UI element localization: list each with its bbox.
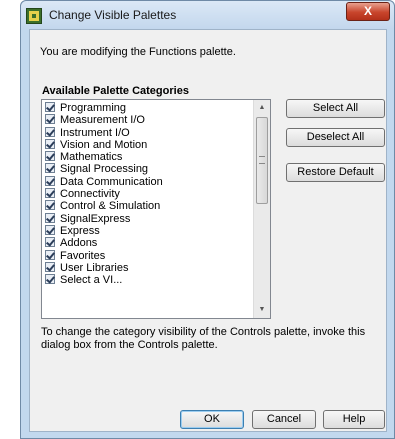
select-all-button[interactable]: Select All (286, 99, 385, 118)
window-title: Change Visible Palettes (49, 8, 177, 22)
category-item[interactable]: Control & Simulation (42, 200, 253, 212)
category-label: Connectivity (60, 188, 120, 201)
scroll-down-arrow-icon[interactable]: ▼ (254, 302, 270, 318)
controls-palette-note: To change the category visibility of the… (41, 326, 366, 351)
category-item[interactable]: Vision and Motion (42, 138, 253, 151)
category-item[interactable]: Connectivity (42, 188, 253, 200)
palette-message: You are modifying the Functions palette. (40, 46, 236, 58)
checkbox[interactable] (45, 126, 55, 137)
category-label: Measurement I/O (60, 114, 145, 127)
category-item[interactable]: Mathematics (42, 151, 253, 163)
app-icon (26, 8, 42, 24)
checkbox[interactable] (45, 138, 55, 149)
checkbox[interactable] (45, 102, 55, 112)
category-label: Vision and Motion (60, 138, 148, 151)
category-label: Data Communication (60, 175, 163, 188)
checkbox[interactable] (45, 249, 55, 260)
vertical-scrollbar[interactable]: ▲ ▼ (253, 100, 270, 318)
close-button[interactable]: X (346, 2, 390, 21)
category-item[interactable]: Instrument I/O (42, 126, 253, 139)
category-item[interactable]: Measurement I/O (42, 114, 253, 126)
cancel-button[interactable]: Cancel (252, 410, 316, 429)
category-label: Instrument I/O (60, 126, 130, 139)
category-label: Programming (60, 102, 127, 114)
checkbox[interactable] (45, 151, 55, 162)
categories-list: Programming Measurement I/O Instrument I/O… (42, 100, 253, 318)
ok-button[interactable]: OK (180, 410, 244, 429)
category-label: Express (60, 224, 100, 237)
category-label: Mathematics (60, 151, 123, 164)
categories-heading: Available Palette Categories (42, 85, 189, 97)
category-item[interactable]: Favorites (42, 249, 253, 262)
checkbox[interactable] (45, 188, 55, 199)
category-item[interactable]: Addons (42, 237, 253, 249)
category-item[interactable]: Express (42, 224, 253, 237)
category-item[interactable]: Select a VI... (42, 274, 253, 286)
category-label: SignalExpress (60, 212, 131, 225)
checkbox[interactable] (45, 200, 55, 211)
category-item[interactable]: Data Communication (42, 175, 253, 188)
scrollbar-thumb[interactable] (256, 117, 268, 204)
deselect-all-button[interactable]: Deselect All (286, 128, 385, 147)
category-label: Select a VI... (60, 274, 123, 287)
checkbox[interactable] (45, 261, 55, 272)
category-label: Signal Processing (60, 163, 149, 176)
dialog-window: Change Visible Palettes X You are modify… (20, 0, 395, 439)
dialog-body: You are modifying the Functions palette.… (29, 29, 387, 432)
category-label: Addons (60, 237, 98, 250)
title-bar[interactable]: Change Visible Palettes X (21, 1, 394, 29)
category-item[interactable]: SignalExpress (42, 212, 253, 225)
categories-listbox[interactable]: Programming Measurement I/O Instrument I/O… (41, 99, 271, 319)
checkbox[interactable] (45, 114, 55, 125)
category-item[interactable]: Signal Processing (42, 163, 253, 175)
checkbox[interactable] (45, 175, 55, 186)
checkbox[interactable] (45, 224, 55, 235)
checkbox[interactable] (45, 212, 55, 223)
category-item[interactable]: Programming (42, 102, 253, 114)
checkbox[interactable] (45, 274, 55, 285)
category-item[interactable]: User Libraries (42, 261, 253, 274)
scroll-up-arrow-icon[interactable]: ▲ (254, 100, 270, 116)
category-label: Control & Simulation (60, 200, 161, 213)
category-label: Favorites (60, 249, 106, 262)
restore-default-button[interactable]: Restore Default (286, 163, 385, 182)
checkbox[interactable] (45, 163, 55, 174)
category-label: User Libraries (60, 261, 129, 274)
checkbox[interactable] (45, 237, 55, 248)
help-button[interactable]: Help (323, 410, 385, 429)
